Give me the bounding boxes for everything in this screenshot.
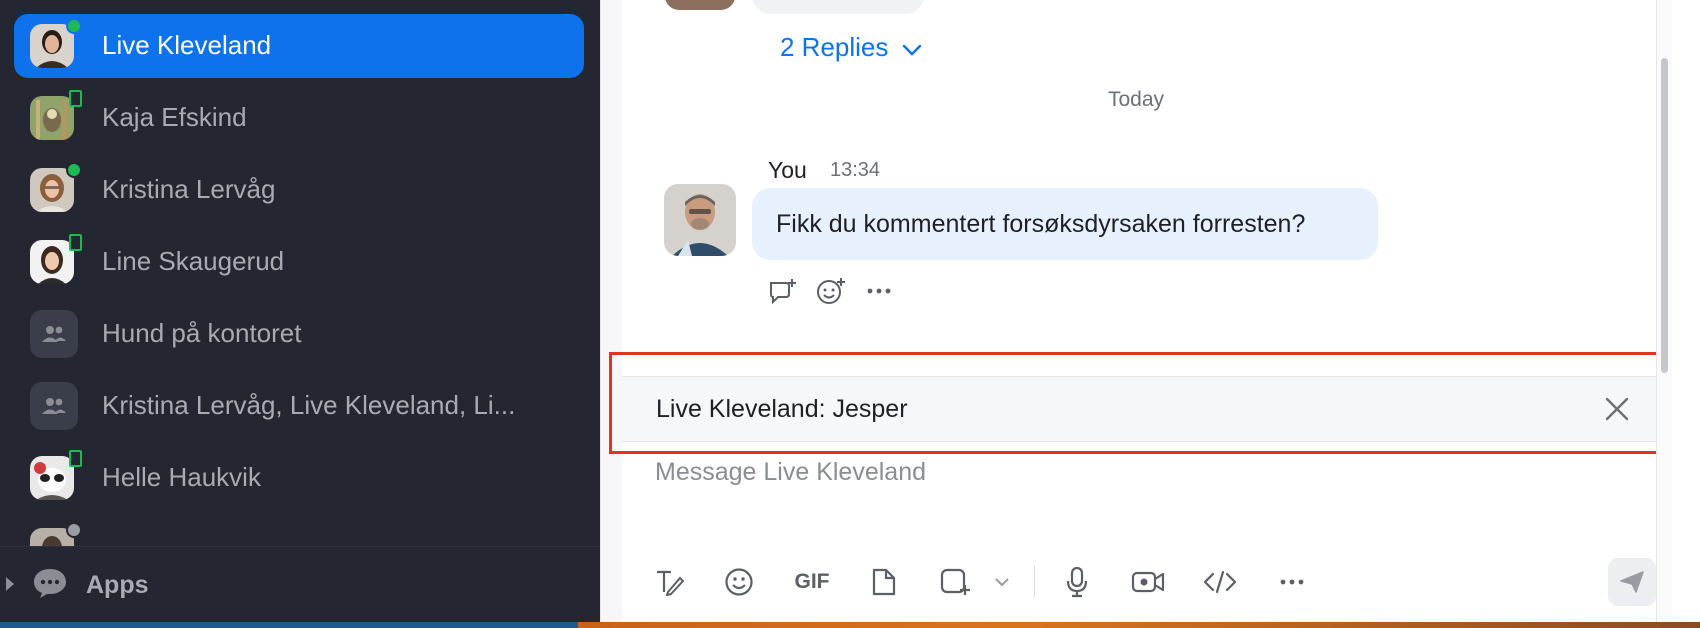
reply-preview-text: Live Kleveland: Jesper [656,395,908,423]
online-status-icon [66,162,82,178]
chat-name: Kaja Efskind [102,102,247,132]
apps-section[interactable]: Apps [0,546,600,622]
chat-item-partial[interactable] [14,518,584,548]
group-icon [30,310,78,358]
add-reaction-icon[interactable] [816,276,846,306]
chat-name: Live Kleveland [102,30,272,60]
chevron-down-icon [902,32,922,63]
chat-item-hund-pa-kontoret[interactable]: Hund på kontoret [14,302,584,366]
message-time: 13:34 [830,159,881,181]
chat-item-line-skaugerud[interactable]: Line Skaugerud [14,230,584,294]
avatar [30,522,82,548]
chat-name: Line Skaugerud [102,246,285,276]
mobile-status-icon [69,90,82,107]
chat-item-group-kristina-live[interactable]: Kristina Lervåg, Live Kleveland, Li... [14,374,584,438]
screenshot-icon[interactable] [938,562,972,602]
message-input[interactable]: Message Live Kleveland [655,458,926,487]
microphone-icon[interactable] [1062,562,1092,602]
avatar [30,162,82,212]
replies-label: 2 Replies [780,32,889,62]
send-icon [1620,571,1644,593]
desktop-strip [0,622,1700,628]
avatar [665,0,735,10]
chevron-down-icon[interactable] [992,562,1012,602]
message-sender: You [768,157,807,183]
chat-sidebar: Live Kleveland Kaja Efskind Kristina Ler… [0,0,600,622]
video-icon[interactable] [1130,562,1166,602]
more-icon[interactable] [864,276,894,306]
message-text: Fikk du kommentert forsøksdyrsaken forre… [776,210,1306,238]
reply-thread-icon[interactable] [768,276,798,306]
reply-preview: Live Kleveland: Jesper [622,376,1658,442]
online-status-icon [66,18,82,34]
send-button[interactable] [1608,558,1656,606]
code-icon[interactable] [1202,562,1238,602]
chat-name: Kristina Lervåg [102,174,276,204]
toolbar-divider [1034,566,1035,598]
gif-icon[interactable]: GIF [792,562,832,602]
chat-item-kaja-efskind[interactable]: Kaja Efskind [14,86,584,150]
date-separator: Today [1108,88,1165,111]
avatar [30,450,82,500]
message-bubble [752,0,924,14]
chat-item-kristina-lervag[interactable]: Kristina Lervåg [14,158,584,222]
chat-bubble-icon [32,567,68,604]
chat-name: Hund på kontoret [102,318,302,348]
chat-name: Kristina Lervåg, Live Kleveland, Li... [102,390,516,420]
mobile-status-icon [69,234,82,251]
avatar [30,234,82,284]
group-icon [30,382,78,430]
pane-divider [600,0,622,622]
close-icon[interactable] [1602,394,1632,424]
away-status-icon [66,522,82,538]
avatar [30,18,82,68]
emoji-icon[interactable] [722,562,756,602]
format-icon[interactable] [652,562,686,602]
expand-caret-icon[interactable] [6,577,14,591]
more-icon[interactable] [1278,562,1306,602]
replies-toggle[interactable]: 2 Replies [780,32,922,63]
mobile-status-icon [69,450,82,467]
apps-label: Apps [86,571,149,599]
scrollbar-thumb[interactable] [1661,58,1668,373]
avatar[interactable] [664,184,736,256]
message-actions [768,276,894,306]
chat-item-live-kleveland[interactable]: Live Kleveland [14,14,584,78]
chat-name: Helle Haukvik [102,462,261,492]
file-icon[interactable] [868,562,900,602]
avatar [30,90,82,140]
chat-item-helle-haukvik[interactable]: Helle Haukvik [14,446,584,510]
